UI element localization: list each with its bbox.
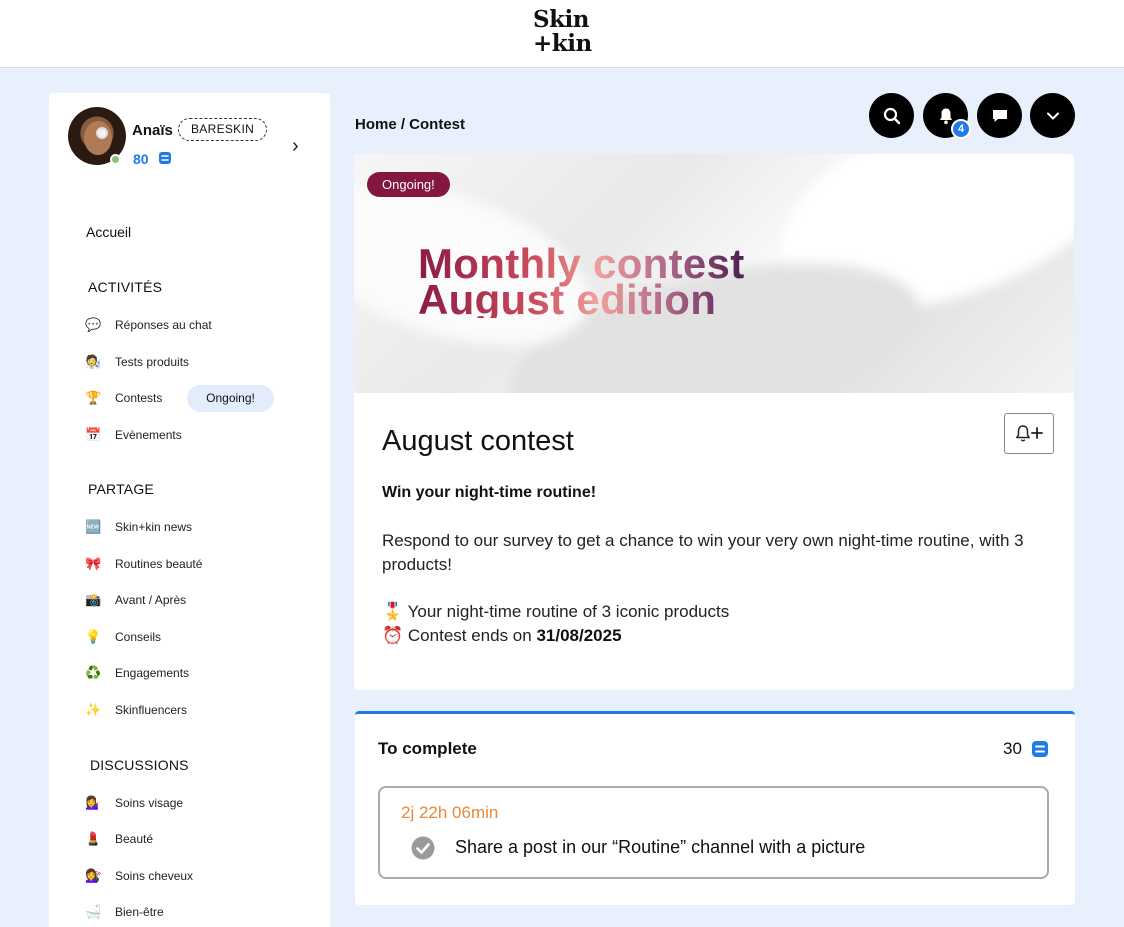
top-bar: Skin +kin bbox=[0, 0, 1124, 68]
task-timer: 2j 22h 06min bbox=[401, 803, 499, 822]
task-heading: To complete bbox=[378, 739, 477, 758]
banner-title-line-2: August edition bbox=[418, 276, 717, 323]
sidebar-item-label: Soins cheveux bbox=[115, 869, 194, 883]
sidebar-item-label: Skin+kin news bbox=[115, 520, 193, 534]
logo-line-1: Skin bbox=[533, 6, 590, 33]
sidebar-item-label: Routines beauté bbox=[115, 557, 203, 571]
section-title-partage: PARTAGE bbox=[88, 481, 154, 497]
status-badge: Ongoing! bbox=[367, 172, 450, 197]
account-menu-button[interactable] bbox=[1030, 93, 1075, 138]
alarm-clock-icon: ⏰ bbox=[382, 626, 404, 645]
deadline-prefix: Contest ends on bbox=[407, 626, 537, 645]
woman-haircut-icon: 💇‍♀️ bbox=[85, 868, 102, 883]
points-icon bbox=[159, 152, 171, 164]
sidebar-item-label: Soins visage bbox=[115, 796, 184, 810]
new-icon: 🆕 bbox=[85, 519, 102, 534]
ribbon-icon: 🎀 bbox=[85, 556, 102, 571]
deadline-date: 31/08/2025 bbox=[536, 626, 622, 645]
contest-card: Ongoing! Monthly contest August edition … bbox=[354, 154, 1074, 690]
user-points: 80 bbox=[133, 151, 149, 167]
recycle-icon: ♻️ bbox=[85, 665, 102, 680]
messages-button[interactable] bbox=[977, 93, 1022, 138]
chevron-down-icon bbox=[1046, 112, 1059, 119]
sidebar-item-soins-visage[interactable]: 💁‍♀️ Soins visage bbox=[85, 795, 183, 811]
logo-line-2: +kin bbox=[533, 30, 592, 57]
online-status-dot bbox=[110, 154, 121, 165]
task-text: Share a post in our “Routine” channel wi… bbox=[455, 837, 866, 857]
chat-icon bbox=[992, 109, 1007, 122]
sidebar-item-routines-beaute[interactable]: 🎀 Routines beauté bbox=[85, 556, 202, 572]
bathtub-icon: 🛁 bbox=[85, 904, 102, 919]
sidebar-item-label: Avant / Après bbox=[115, 593, 187, 607]
sidebar-item-tests-produits[interactable]: 🧑‍🔬 Tests produits bbox=[85, 354, 189, 370]
task-card: To complete 30 2j 22h 06min Share a post… bbox=[355, 711, 1075, 905]
sidebar-item-avant-apres[interactable]: 📸 Avant / Après bbox=[85, 592, 186, 608]
notification-count-badge: 4 bbox=[951, 119, 971, 139]
sidebar-item-label: Réponses au chat bbox=[115, 318, 212, 332]
sidebar-item-label: Tests produits bbox=[115, 355, 190, 369]
task-item[interactable]: 2j 22h 06min Share a post in our “Routin… bbox=[378, 786, 1049, 879]
woman-tipping-hand-icon: 💁‍♀️ bbox=[85, 795, 102, 810]
sidebar-item-contests[interactable]: 🏆 Contests bbox=[85, 390, 162, 406]
sidebar-item-label: Conseils bbox=[115, 630, 162, 644]
sparkles-icon: ✨ bbox=[85, 702, 102, 717]
contest-banner: Ongoing! Monthly contest August edition bbox=[354, 154, 1074, 393]
skinkin-logo[interactable]: Skin +kin bbox=[533, 8, 593, 56]
breadcrumb[interactable]: Home / Contest bbox=[355, 116, 465, 133]
sidebar: Anaïs BARESKIN 80 › Accueil ACTIVITÉS 💬 … bbox=[49, 93, 330, 927]
sidebar-item-label: Engagements bbox=[115, 666, 190, 680]
sidebar-item-accueil[interactable]: Accueil bbox=[86, 224, 131, 240]
sidebar-item-bien-etre[interactable]: 🛁 Bien-être bbox=[85, 904, 164, 920]
contest-subtitle: Win your night-time routine! bbox=[382, 484, 597, 501]
search-button[interactable] bbox=[869, 93, 914, 138]
deadline-line: ⏰ Contest ends on 31/08/2025 bbox=[382, 626, 622, 646]
sidebar-item-skinkin-news[interactable]: 🆕 Skin+kin news bbox=[85, 519, 192, 535]
sidebar-item-evenements[interactable]: 📅 Evènements bbox=[85, 427, 182, 443]
sidebar-item-label: Evènements bbox=[115, 428, 182, 442]
chevron-right-icon[interactable]: › bbox=[292, 135, 299, 158]
contests-ongoing-badge: Ongoing! bbox=[187, 385, 274, 412]
check-circle-icon bbox=[411, 836, 435, 860]
points-icon bbox=[1032, 741, 1048, 757]
sidebar-item-label: Bien-être bbox=[115, 905, 164, 919]
sidebar-item-skinfluencers[interactable]: ✨ Skinfluencers bbox=[85, 702, 187, 718]
sidebar-item-label: Skinfluencers bbox=[115, 703, 188, 717]
bell-icon bbox=[939, 108, 952, 124]
user-name: Anaïs bbox=[132, 122, 173, 139]
reminder-button[interactable] bbox=[1004, 413, 1054, 454]
tier-badge: BARESKIN bbox=[178, 118, 268, 141]
lipstick-icon: 💄 bbox=[85, 831, 102, 846]
section-title-activites: ACTIVITÉS bbox=[88, 279, 163, 295]
sidebar-item-label: Contests bbox=[115, 391, 163, 405]
prize-text: Your night-time routine of 3 iconic prod… bbox=[407, 602, 730, 621]
avatar-detail bbox=[96, 127, 108, 139]
camera-icon: 📸 bbox=[85, 592, 102, 607]
search-icon bbox=[883, 107, 900, 124]
medal-icon: 🎖️ bbox=[382, 602, 404, 621]
bell-plus-icon bbox=[1016, 424, 1043, 442]
contest-title: August contest bbox=[382, 425, 574, 457]
sidebar-item-reponses-chat[interactable]: 💬 Réponses au chat bbox=[85, 317, 212, 333]
contest-description: Respond to our survey to get a chance to… bbox=[382, 531, 1024, 574]
task-points: 30 bbox=[1003, 739, 1022, 758]
sidebar-item-soins-cheveux[interactable]: 💇‍♀️ Soins cheveux bbox=[85, 868, 193, 884]
calendar-icon: 📅 bbox=[85, 427, 102, 442]
scientist-icon: 🧑‍🔬 bbox=[85, 354, 102, 369]
banner-title: Monthly contest August edition bbox=[418, 246, 745, 318]
trophy-icon: 🏆 bbox=[85, 390, 102, 405]
sidebar-item-beaute[interactable]: 💄 Beauté bbox=[85, 831, 153, 847]
prize-line: 🎖️ Your night-time routine of 3 iconic p… bbox=[382, 602, 729, 622]
sidebar-item-conseils[interactable]: 💡 Conseils bbox=[85, 629, 161, 645]
sidebar-item-engagements[interactable]: ♻️ Engagements bbox=[85, 665, 189, 681]
lightbulb-icon: 💡 bbox=[85, 629, 102, 644]
sidebar-item-label: Beauté bbox=[115, 832, 154, 846]
speech-bubble-icon: 💬 bbox=[85, 317, 102, 332]
section-title-discussions: DISCUSSIONS bbox=[90, 757, 189, 773]
